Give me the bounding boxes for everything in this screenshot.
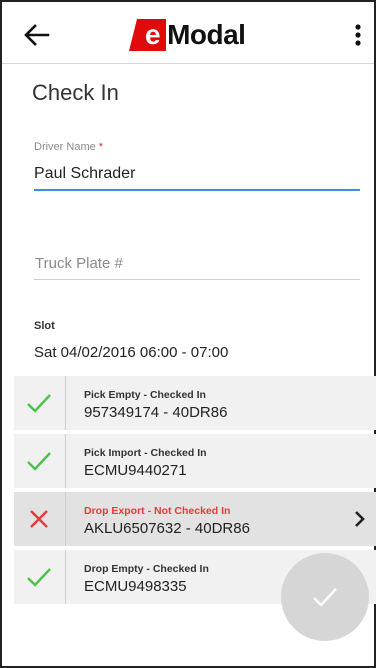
required-mark: * bbox=[98, 141, 104, 153]
status-cell bbox=[14, 550, 66, 604]
move-detail: 957349174 - 40DR86 bbox=[84, 404, 228, 421]
check-icon bbox=[27, 394, 51, 413]
arrow-left-icon[interactable] bbox=[22, 20, 52, 50]
driver-name-label: Driver Name * bbox=[34, 141, 103, 153]
driver-name-underline bbox=[34, 189, 360, 191]
list-item[interactable]: Pick Import - Checked In ECMU9440271 bbox=[14, 434, 376, 488]
logo-e: e bbox=[129, 19, 167, 51]
move-detail: ECMU9498335 bbox=[84, 578, 187, 595]
check-icon bbox=[27, 568, 51, 587]
list-item[interactable]: Drop Export - Not Checked In AKLU6507632… bbox=[14, 492, 376, 546]
status-cell bbox=[14, 492, 66, 546]
move-title: Pick Empty - Checked In bbox=[84, 389, 206, 401]
move-title: Drop Empty - Checked In bbox=[84, 563, 209, 575]
move-title: Pick Import - Checked In bbox=[84, 447, 207, 459]
more-vertical-icon[interactable] bbox=[350, 20, 366, 50]
move-detail: AKLU6507632 - 40DR86 bbox=[84, 520, 250, 537]
page-title: Check In bbox=[32, 80, 119, 105]
slot-value: Sat 04/02/2016 06:00 - 07:00 bbox=[34, 344, 229, 361]
driver-name-label-text: Driver Name bbox=[34, 141, 96, 153]
move-detail: ECMU9440271 bbox=[84, 462, 187, 479]
app-bar: e Modal bbox=[2, 0, 374, 64]
driver-name-input[interactable]: Paul Schrader bbox=[34, 165, 135, 183]
logo-text: Modal bbox=[167, 19, 246, 50]
slot-label: Slot bbox=[34, 320, 55, 332]
move-title: Drop Export - Not Checked In bbox=[84, 505, 231, 517]
chevron-right-icon[interactable] bbox=[353, 509, 367, 529]
close-icon bbox=[30, 510, 48, 528]
check-icon bbox=[313, 588, 337, 607]
confirm-checkin-button[interactable] bbox=[281, 553, 369, 641]
status-cell bbox=[14, 434, 66, 488]
app-screen: e Modal Check In Driver Name * Paul Schr… bbox=[0, 0, 376, 668]
emodal-logo: e Modal bbox=[129, 19, 246, 51]
list-item[interactable]: Pick Empty - Checked In 957349174 - 40DR… bbox=[14, 376, 376, 430]
truck-plate-underline bbox=[34, 279, 360, 280]
status-cell bbox=[14, 376, 66, 430]
truck-plate-input[interactable]: Truck Plate # bbox=[35, 255, 123, 272]
check-icon bbox=[27, 452, 51, 471]
